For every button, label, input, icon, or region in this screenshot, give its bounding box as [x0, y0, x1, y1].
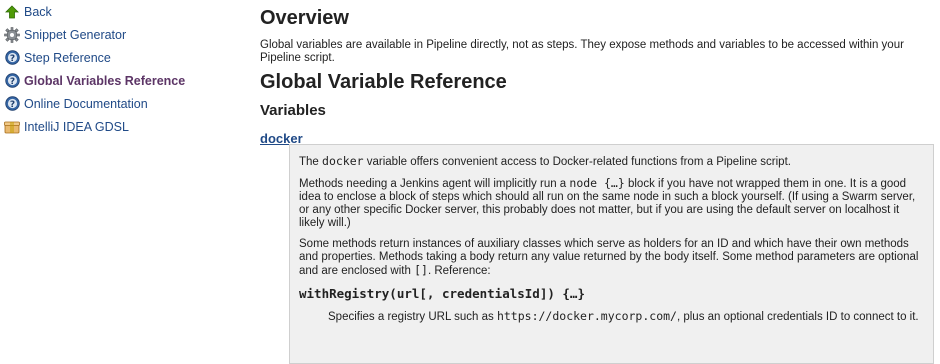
sidebar-item-online-documentation[interactable]: ? Online Documentation	[0, 92, 240, 115]
sidebar-item-label: Global Variables Reference	[24, 73, 186, 88]
sidebar-item-back[interactable]: Back	[0, 0, 240, 23]
gear-icon	[4, 26, 20, 43]
variables-heading: Variables	[260, 102, 326, 119]
doc-text: Specifies a registry URL such as	[328, 311, 497, 323]
sidebar-item-snippet-generator[interactable]: Snippet Generator	[0, 23, 240, 46]
svg-text:?: ?	[9, 77, 14, 87]
help-icon: ?	[4, 73, 20, 89]
doc-paragraph-auxiliary: Some methods return instances of auxilia…	[299, 238, 925, 278]
docker-documentation-box: The docker variable offers convenient ac…	[289, 144, 934, 364]
inline-code: https://docker.mycorp.com/	[496, 309, 677, 323]
sidebar-item-label: Online Documentation	[24, 96, 148, 111]
sidebar-item-global-variables-reference[interactable]: ? Global Variables Reference	[0, 69, 240, 92]
overview-heading: Overview	[260, 7, 349, 29]
doc-text: The	[299, 156, 323, 168]
sidebar-item-step-reference[interactable]: ? Step Reference	[0, 46, 240, 69]
sidebar: Back Snippet Generator ? Step Reference …	[0, 0, 240, 138]
inline-code: node {…}	[569, 176, 625, 190]
sidebar-item-label: Snippet Generator	[24, 27, 127, 42]
sidebar-item-label: Step Reference	[24, 50, 111, 65]
doc-paragraph-intro: The docker variable offers convenient ac…	[299, 155, 925, 169]
main-content: Overview Global variables are available …	[260, 6, 934, 364]
inline-code: []	[414, 263, 428, 277]
svg-text:?: ?	[9, 54, 14, 64]
sidebar-item-label: IntelliJ IDEA GDSL	[24, 119, 129, 134]
doc-text: variable offers convenient access to Doc…	[363, 156, 791, 168]
doc-text: Methods needing a Jenkins agent will imp…	[299, 178, 570, 190]
doc-text: . Reference:	[427, 265, 491, 277]
doc-paragraph-node: Methods needing a Jenkins agent will imp…	[299, 177, 925, 230]
help-icon: ?	[4, 96, 20, 112]
global-variable-reference-heading: Global Variable Reference	[260, 71, 507, 93]
inline-code: docker	[322, 154, 364, 168]
method-description: Specifies a registry URL such as https:/…	[328, 310, 925, 324]
doc-text: Some methods return instances of auxilia…	[299, 238, 919, 277]
overview-text: Global variables are available in Pipeli…	[260, 39, 904, 64]
help-icon: ?	[4, 50, 20, 66]
sidebar-item-label: Back	[24, 4, 52, 19]
up-arrow-icon	[4, 4, 20, 20]
sidebar-item-intellij-idea-gdsl[interactable]: IntelliJ IDEA GDSL	[0, 115, 240, 138]
doc-text: , plus an optional credentials ID to con…	[676, 311, 919, 323]
method-signature: withRegistry(url[, credentialsId]) {…}	[299, 286, 585, 301]
svg-text:?: ?	[9, 100, 14, 110]
package-icon	[4, 119, 20, 135]
